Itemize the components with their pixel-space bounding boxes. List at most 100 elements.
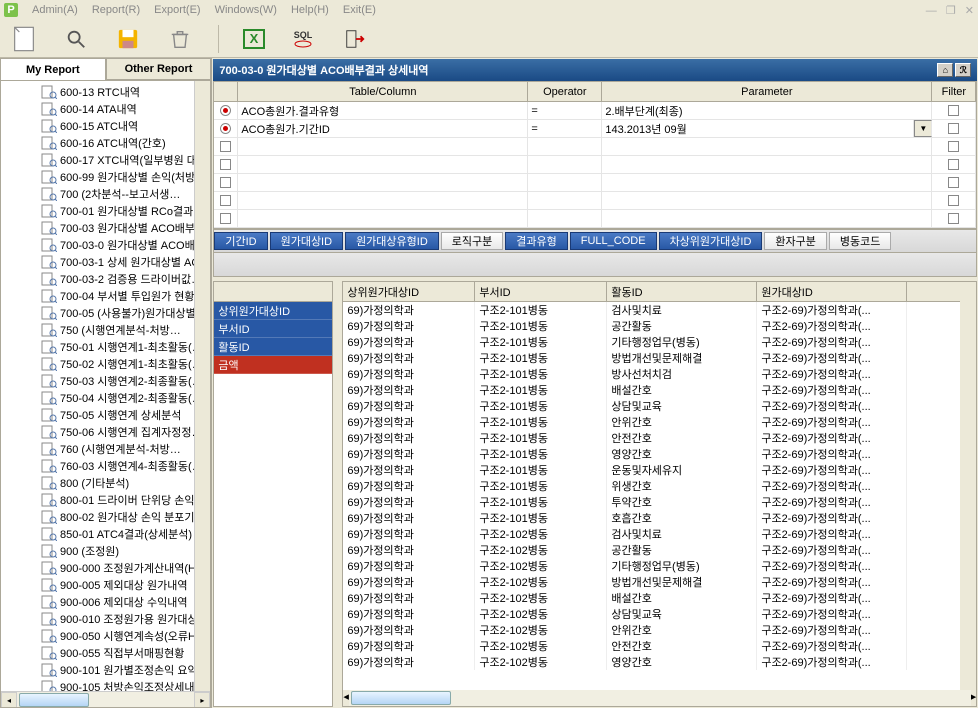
filter-radio[interactable]: [220, 105, 231, 116]
filter-row[interactable]: [214, 156, 976, 174]
data-row[interactable]: 69)가정의학과구조2-101병동위생간호구조2-69)가정의학과(...: [343, 478, 976, 494]
dimension-item[interactable]: 부서ID: [214, 320, 332, 338]
filter-row[interactable]: ACO총원가.기간ID=143.2013년 09월▼: [214, 120, 976, 138]
filter-checkbox[interactable]: [220, 141, 231, 152]
scroll-left-icon[interactable]: ◂: [1, 692, 17, 708]
data-row[interactable]: 69)가정의학과구조2-102병동검사및치료구조2-69)가정의학과(...: [343, 526, 976, 542]
panel-pin-icon[interactable]: ⌂: [937, 63, 953, 77]
data-column-header[interactable]: 원가대상ID: [757, 282, 907, 301]
search-icon[interactable]: [62, 25, 90, 53]
data-row[interactable]: 69)가정의학과구조2-101병동안위간호구조2-69)가정의학과(...: [343, 414, 976, 430]
tree-item[interactable]: 900-000 조정원가계산내역(H…: [41, 559, 210, 576]
data-row[interactable]: 69)가정의학과구조2-102병동공간활동구조2-69)가정의학과(...: [343, 542, 976, 558]
tree-item[interactable]: 600-13 RTC내역: [41, 83, 210, 100]
data-scroll-right-icon[interactable]: ▸: [971, 690, 977, 706]
data-row[interactable]: 69)가정의학과구조2-101병동배설간호구조2-69)가정의학과(...: [343, 382, 976, 398]
filter-checkbox[interactable]: [220, 159, 231, 170]
tree-item[interactable]: 750 (시행연계분석-처방…: [41, 321, 210, 338]
filter-head-tablecol[interactable]: Table/Column: [238, 82, 528, 102]
tree-item[interactable]: 600-14 ATA내역: [41, 100, 210, 117]
column-pill[interactable]: 결과유형: [505, 232, 567, 250]
tree-item[interactable]: 750-05 시행연계 상세분석: [41, 406, 210, 423]
tree-item[interactable]: 800 (기타분석): [41, 474, 210, 491]
sql-icon[interactable]: SQL: [289, 25, 317, 53]
data-row[interactable]: 69)가정의학과구조2-102병동기타행정업무(병동)구조2-69)가정의학과(…: [343, 558, 976, 574]
data-row[interactable]: 69)가정의학과구조2-101병동투약간호구조2-69)가정의학과(...: [343, 494, 976, 510]
filter-operator[interactable]: =: [528, 102, 602, 119]
tree-hscroll[interactable]: ◂ ▸: [1, 691, 210, 707]
tree-item[interactable]: 900-005 제외대상 원가내역: [41, 576, 210, 593]
report-tree[interactable]: 600-13 RTC내역600-14 ATA내역600-15 ATC내역600-…: [0, 80, 211, 708]
tool-sheet-icon[interactable]: [10, 25, 38, 53]
groupby-dropzone[interactable]: [213, 253, 977, 277]
data-row[interactable]: 69)가정의학과구조2-101병동운동및자세유지구조2-69)가정의학과(...: [343, 462, 976, 478]
excel-icon[interactable]: X: [243, 29, 265, 49]
filter-row[interactable]: [214, 192, 976, 210]
data-row[interactable]: 69)가정의학과구조2-101병동안전간호구조2-69)가정의학과(...: [343, 430, 976, 446]
filter-checkbox[interactable]: [948, 177, 959, 188]
data-row[interactable]: 69)가정의학과구조2-102병동영양간호구조2-69)가정의학과(...: [343, 654, 976, 670]
column-pill[interactable]: 원가대상유형ID: [345, 232, 439, 250]
tree-item[interactable]: 700-01 원가대상별 RCo결과…: [41, 202, 210, 219]
filter-checkbox[interactable]: [948, 105, 959, 116]
tree-item[interactable]: 750-06 시행연계 집계자정정…: [41, 423, 210, 440]
filter-radio[interactable]: [220, 123, 231, 134]
filter-tablecol[interactable]: ACO총원가.결과유형: [238, 102, 528, 119]
tree-item[interactable]: 750-02 시행연계1-최초활동(…: [41, 355, 210, 372]
tree-item[interactable]: 750-01 시행연계1-최초활동(…: [41, 338, 210, 355]
tree-item[interactable]: 800-02 원가대상 손익 분포기…: [41, 508, 210, 525]
data-row[interactable]: 69)가정의학과구조2-101병동방사선처치검구조2-69)가정의학과(...: [343, 366, 976, 382]
filter-checkbox[interactable]: [948, 123, 959, 134]
tree-vscroll[interactable]: [194, 81, 210, 691]
tree-item[interactable]: 700-03-1 상세 원가대상별 AC…: [41, 253, 210, 270]
filter-checkbox[interactable]: [948, 195, 959, 206]
filter-row[interactable]: [214, 138, 976, 156]
data-row[interactable]: 69)가정의학과구조2-102병동안전간호구조2-69)가정의학과(...: [343, 638, 976, 654]
column-pill[interactable]: FULL_CODE: [570, 232, 657, 250]
filter-param[interactable]: 143.2013년 09월: [602, 120, 914, 137]
filter-checkbox[interactable]: [948, 141, 959, 152]
tree-item[interactable]: 900-050 시행연계속성(오류H…: [41, 627, 210, 644]
dimension-item[interactable]: 활동ID: [214, 338, 332, 356]
tree-item[interactable]: 600-17 XTC내역(일부병원 대…: [41, 151, 210, 168]
tree-item[interactable]: 700-03 원가대상별 ACO배부…: [41, 219, 210, 236]
scroll-right-icon[interactable]: ▸: [194, 692, 210, 708]
menu-windows[interactable]: Windows(W): [215, 4, 277, 16]
tree-item[interactable]: 900-010 조정원가용 원가대상…: [41, 610, 210, 627]
tree-item[interactable]: 760 (시행연계분석-처방…: [41, 440, 210, 457]
data-column-header[interactable]: 활동ID: [607, 282, 757, 301]
panel-run-icon[interactable]: ℛ: [955, 63, 971, 77]
close-icon[interactable]: ✕: [965, 5, 974, 17]
data-row[interactable]: 69)가정의학과구조2-102병동배설간호구조2-69)가정의학과(...: [343, 590, 976, 606]
tree-item[interactable]: 900-101 원가별조정손익 요약: [41, 661, 210, 678]
filter-checkbox[interactable]: [220, 213, 231, 224]
column-pill[interactable]: 병동코드: [829, 232, 891, 250]
trash-icon[interactable]: [166, 25, 194, 53]
filter-row[interactable]: [214, 210, 976, 228]
tree-item[interactable]: 900-006 제외대상 수익내역: [41, 593, 210, 610]
data-row[interactable]: 69)가정의학과구조2-102병동상담및교육구조2-69)가정의학과(...: [343, 606, 976, 622]
data-row[interactable]: 69)가정의학과구조2-102병동방법개선및문제해결구조2-69)가정의학과(.…: [343, 574, 976, 590]
filter-head-parameter[interactable]: Parameter: [602, 82, 932, 102]
filter-row[interactable]: ACO총원가.결과유형=2.배부단계(최종): [214, 102, 976, 120]
data-row[interactable]: 69)가정의학과구조2-101병동호흡간호구조2-69)가정의학과(...: [343, 510, 976, 526]
filter-checkbox[interactable]: [948, 213, 959, 224]
tree-item[interactable]: 700-04 부서별 투입원가 현황…: [41, 287, 210, 304]
tree-item[interactable]: 700-03-0 원가대상별 ACO배…: [41, 236, 210, 253]
exit-door-icon[interactable]: [341, 25, 369, 53]
column-pill[interactable]: 차상위원가대상ID: [659, 232, 763, 250]
filter-operator[interactable]: =: [528, 120, 602, 137]
dimension-item[interactable]: 금액: [214, 356, 332, 374]
tree-item[interactable]: 750-03 시행연계2-최종활동(…: [41, 372, 210, 389]
data-vscroll[interactable]: [960, 282, 976, 690]
data-column-header[interactable]: 상위원가대상ID: [343, 282, 475, 301]
tree-item[interactable]: 900-055 직접부서매핑현황: [41, 644, 210, 661]
filter-head-operator[interactable]: Operator: [528, 82, 602, 102]
data-row[interactable]: 69)가정의학과구조2-101병동검사및치료구조2-69)가정의학과(...: [343, 302, 976, 318]
tree-item[interactable]: 900 (조정원): [41, 542, 210, 559]
filter-checkbox[interactable]: [948, 159, 959, 170]
dropdown-icon[interactable]: ▼: [914, 120, 932, 137]
tree-item[interactable]: 700-03-2 검증용 드라이버값…: [41, 270, 210, 287]
scroll-thumb[interactable]: [19, 693, 89, 707]
tree-item[interactable]: 700-05 (사용불가)원가대상별…: [41, 304, 210, 321]
